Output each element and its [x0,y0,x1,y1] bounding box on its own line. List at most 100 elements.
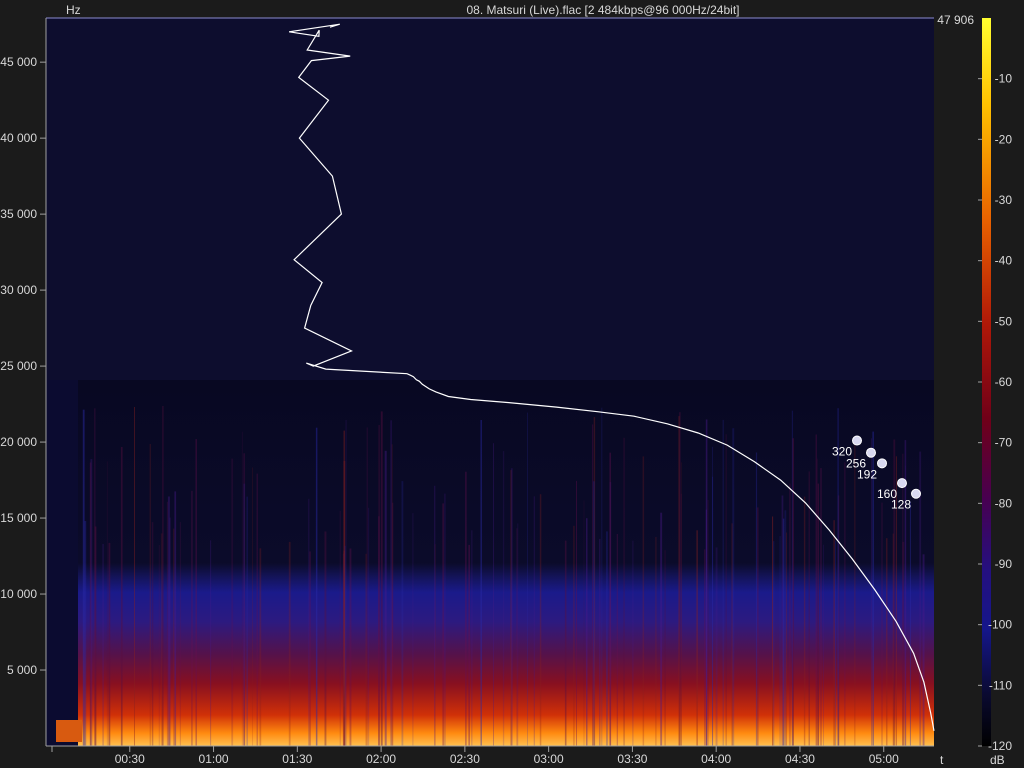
spectrum-streak [167,496,170,746]
x-axis-ticks: 00:30 01:00 01:30 02:00 02:30 03:00 03:30 04:00… [51,746,899,766]
x-axis-label: t [940,753,944,767]
spectrum-streak [755,452,758,746]
y-tick-label: 5 000 [7,663,37,677]
x-tick-label: 02:00 [366,752,396,766]
colorbar-tick-label: -20 [995,132,1013,146]
spectrum-streak [782,518,785,746]
spectrum-streak [586,518,588,746]
spectrum-streak [823,544,824,746]
spectrum-streak [339,510,341,746]
bitrate-marker-label: 192 [857,467,877,481]
spectrum-streak [909,501,911,746]
spectrum-streak [256,473,258,746]
spectrum-streak [715,547,718,746]
y-axis-ticks: 5 000 10 000 15 000 20 000 25 000 30 000 35 00… [0,55,46,677]
spectrum-streak [704,549,706,746]
spectrum-streak [158,545,160,746]
y-axis-max-label: 47 906 [937,13,974,27]
intro-low-band [56,720,82,742]
spectrum-streak [655,537,657,746]
colorbar-tick-label: -90 [995,557,1013,571]
spectrum-streak [210,540,212,746]
x-tick-label: 01:00 [199,752,229,766]
spectrum-streak [789,483,791,746]
spectrum-streak [732,428,735,746]
spectrum-streak [90,459,93,746]
spectrum-streak [583,500,585,746]
colorbar-tick-label: -80 [995,496,1013,510]
spectrum-streak [712,476,714,746]
spectrum-streak [308,498,310,746]
spectrum-streak [241,431,243,746]
colorbar-tick-label: -110 [989,678,1012,692]
colorbar-tick-label: -120 [988,739,1012,753]
spectrum-streak [576,480,577,746]
y-tick-label: 25 000 [0,359,37,373]
spectrum-streak [468,544,470,746]
spectrum-streak [444,493,446,746]
spectrum-streak [343,461,346,746]
spectrum-streak [606,531,608,746]
x-tick-label: 00:30 [115,752,145,766]
y-tick-label: 15 000 [0,511,37,525]
spectrum-streak [881,502,883,746]
x-tick-label: 01:30 [282,752,312,766]
spectrum-streak [599,538,601,746]
spectrum-streak [616,534,618,746]
spectrum-streak [517,523,519,746]
spectrum-streak [401,481,404,746]
bitrate-marker-320 [852,435,862,446]
x-tick-label: 04:00 [701,752,731,766]
spectrum-streak [696,530,698,746]
spectrum-streak [106,461,108,746]
spectrum-streak [252,467,253,746]
spectrum-streak [434,485,436,746]
spectrum-streak [922,554,925,746]
spectrum-streak [632,540,634,746]
spectrum-streak [94,526,97,746]
spectrum-streak [324,531,327,746]
spectrum-streak [678,416,680,746]
spectrum-streak [378,516,380,746]
silent-intro [46,380,78,746]
y-tick-label: 20 000 [0,435,37,449]
colorbar-label: dB [990,753,1005,767]
spectrum-streak [516,528,518,746]
spectrum-streak [785,532,787,746]
colorbar [982,18,991,746]
bitrate-marker-128 [911,488,921,499]
spectrum-streak [246,496,248,746]
y-axis-label: Hz [66,3,81,17]
spectrum-streak [173,528,175,746]
spectrum-streak [680,462,682,746]
spectrum-streak [837,408,839,746]
spectrum-streak [533,496,535,746]
spectrum-streak [601,407,603,746]
spectrum-streak [664,550,666,746]
spectrum-streak [803,496,806,746]
spectrum-streak [756,507,759,746]
colorbar-tick-label: -10 [995,72,1013,86]
x-tick-label: 03:30 [617,752,647,766]
colorbar-tick-label: -70 [995,436,1013,450]
spectrum-streak [609,452,611,746]
colorbar-tick-label: -40 [995,254,1013,268]
bitrate-marker-192 [877,458,887,469]
spectrum-streak [792,438,794,746]
spectrum-streak [191,490,193,746]
x-tick-label: 05:00 [869,752,899,766]
spectrum-streak [231,458,234,746]
spectrum-streak [808,471,810,746]
spectrum-streak [480,420,482,746]
spectrum-streak [510,468,513,746]
spectrum-streak [854,438,856,746]
spectrum-streak [844,462,846,746]
bitrate-marker-160 [897,478,907,489]
spectrum-streak [442,503,444,746]
spectrum-streak [162,406,164,746]
spectrum-streak [835,540,836,746]
spectrum-streak [108,542,111,746]
spectrum-streak [592,481,595,746]
spectrum-streak [892,533,894,746]
spectrum-streak [120,447,123,746]
